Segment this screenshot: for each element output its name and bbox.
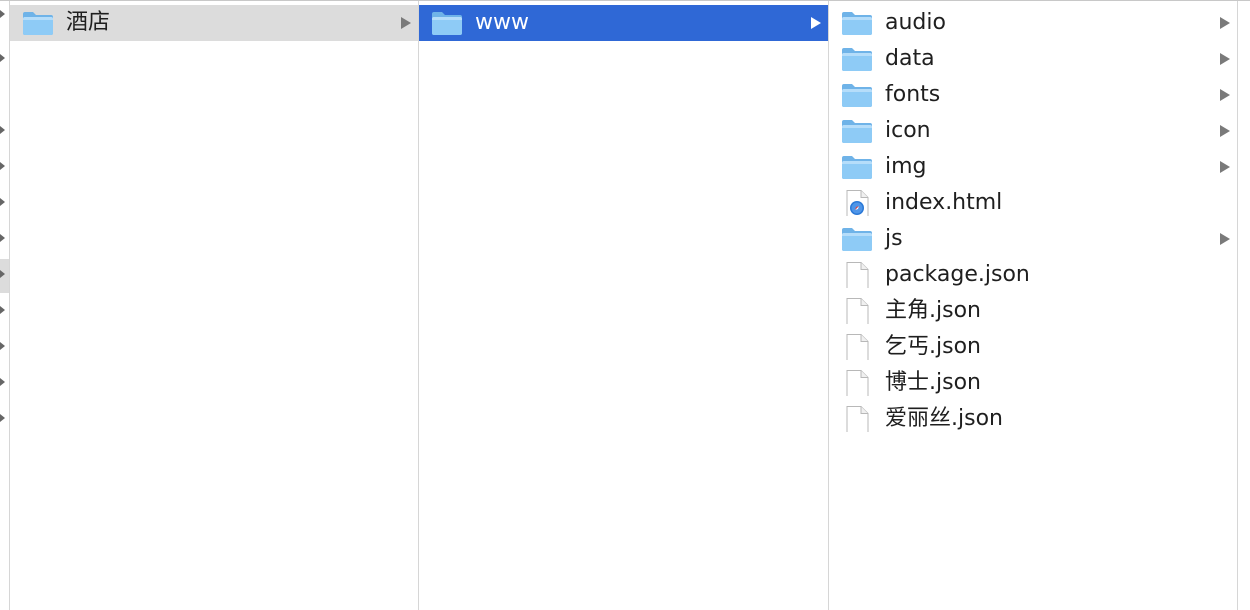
item-name: img — [885, 154, 927, 179]
folder-row[interactable]: audio — [829, 5, 1237, 41]
file-row[interactable]: package.json — [829, 257, 1237, 295]
item-name: 爱丽丝.json — [885, 406, 1003, 431]
generic-document-icon — [841, 370, 873, 403]
folder-row[interactable]: js — [829, 221, 1237, 257]
disclosure-triangle-icon — [1220, 53, 1230, 65]
file-row[interactable]: 爱丽丝.json — [829, 401, 1237, 439]
column-2[interactable]: www — [419, 1, 829, 610]
disclosure-triangle-icon — [0, 162, 5, 170]
disclosure-triangle-icon — [0, 54, 5, 62]
folder-icon — [841, 226, 873, 252]
disclosure-triangle-icon — [1220, 233, 1230, 245]
file-row[interactable]: index.html — [829, 185, 1237, 223]
folder-row[interactable]: fonts — [829, 77, 1237, 113]
item-name: www — [475, 10, 529, 35]
column-1[interactable]: 酒店 — [10, 1, 419, 610]
html-document-icon — [841, 190, 873, 223]
disclosure-triangle-icon — [0, 10, 5, 18]
disclosure-triangle-icon — [0, 306, 5, 314]
file-row[interactable]: 博士.json — [829, 365, 1237, 403]
folder-icon — [841, 154, 873, 180]
folder-icon — [22, 10, 54, 36]
disclosure-triangle-icon — [401, 17, 411, 29]
item-name: index.html — [885, 190, 1003, 215]
folder-row[interactable]: img — [829, 149, 1237, 185]
file-row[interactable]: 主角.json — [829, 293, 1237, 331]
folder-icon — [841, 46, 873, 72]
item-name: package.json — [885, 262, 1030, 287]
item-name: js — [885, 226, 903, 251]
item-name: icon — [885, 118, 931, 143]
disclosure-triangle-icon — [1220, 161, 1230, 173]
folder-row[interactable]: 酒店 — [10, 5, 418, 41]
item-name: fonts — [885, 82, 941, 107]
generic-document-icon — [841, 298, 873, 331]
folder-row[interactable]: www — [419, 5, 828, 41]
item-name: 乞丐.json — [885, 334, 981, 359]
column-3[interactable]: audio data fonts icon img index.html js package… — [829, 1, 1238, 610]
disclosure-triangle-icon — [0, 234, 5, 242]
folder-icon — [841, 118, 873, 144]
folder-row[interactable]: data — [829, 41, 1237, 77]
disclosure-triangle-icon — [0, 198, 5, 206]
item-name: 主角.json — [885, 298, 981, 323]
item-name: 酒店 — [66, 10, 111, 35]
disclosure-triangle-icon — [1220, 17, 1230, 29]
folder-icon — [841, 82, 873, 108]
disclosure-triangle-icon — [1220, 89, 1230, 101]
item-name: 博士.json — [885, 370, 981, 395]
folder-icon — [431, 10, 463, 36]
disclosure-triangle-icon — [0, 270, 5, 278]
disclosure-triangle-icon — [0, 126, 5, 134]
item-name: data — [885, 46, 935, 71]
disclosure-triangle-icon — [0, 342, 5, 350]
generic-document-icon — [841, 406, 873, 439]
generic-document-icon — [841, 334, 873, 367]
previous-column-edge[interactable] — [0, 1, 10, 610]
disclosure-triangle-icon — [0, 414, 5, 422]
file-row[interactable]: 乞丐.json — [829, 329, 1237, 367]
generic-document-icon — [841, 262, 873, 295]
disclosure-triangle-icon — [811, 17, 821, 29]
folder-icon — [841, 10, 873, 36]
item-name: audio — [885, 10, 946, 35]
disclosure-triangle-icon — [0, 378, 5, 386]
disclosure-triangle-icon — [1220, 125, 1230, 137]
folder-row[interactable]: icon — [829, 113, 1237, 149]
